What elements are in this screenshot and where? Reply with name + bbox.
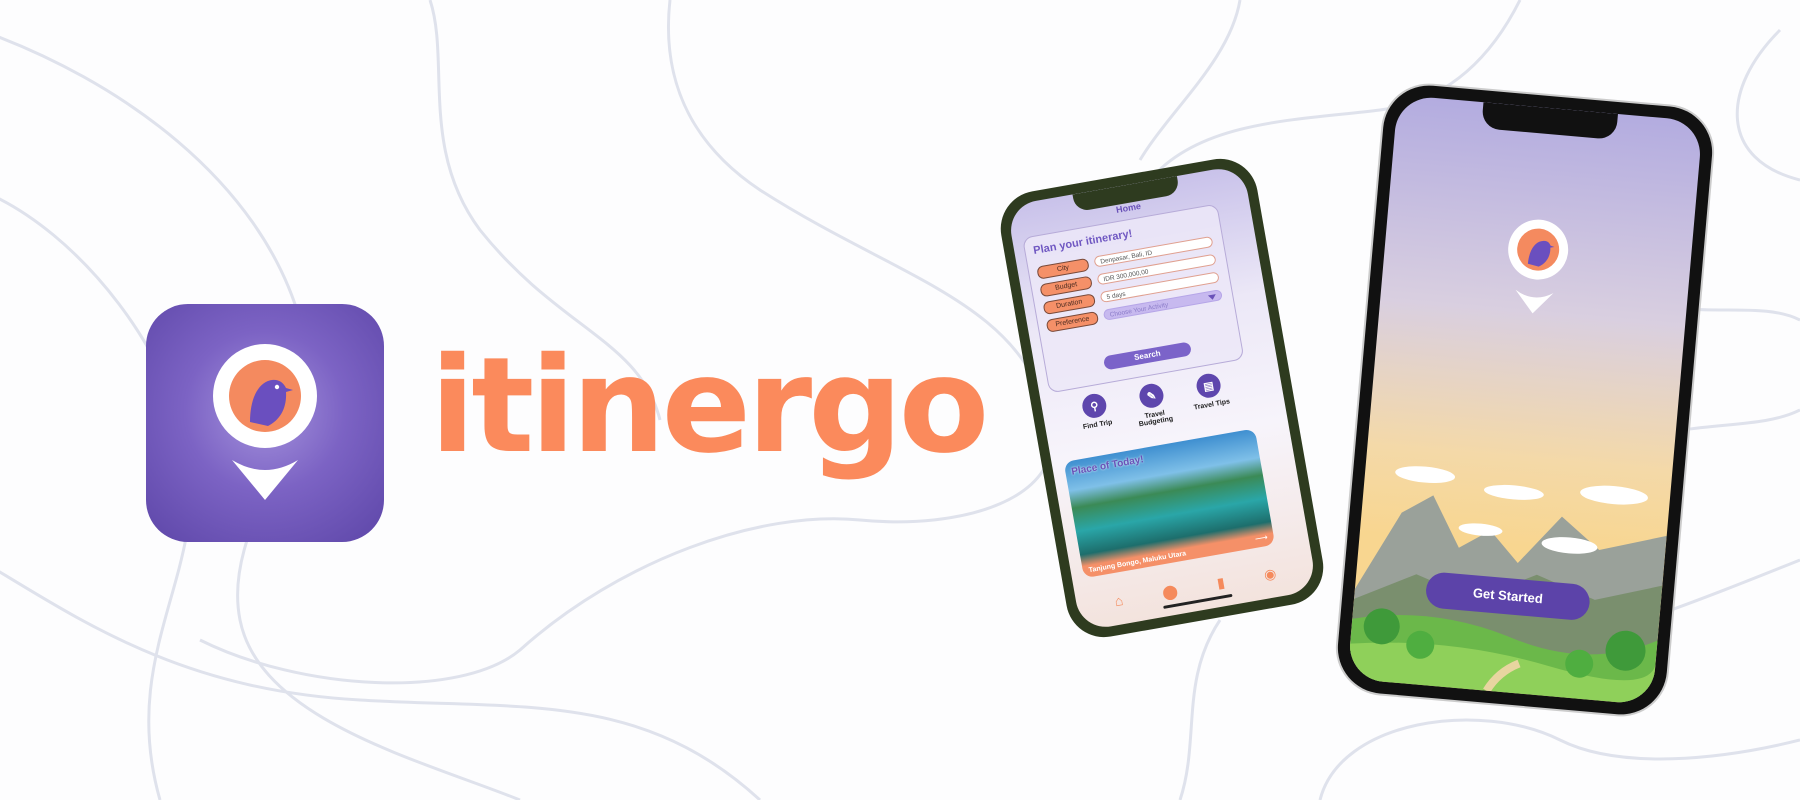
notch [1481,102,1618,140]
budget-icon: ✎ [1137,381,1166,410]
travel-tips-button[interactable]: ▤ Travel Tips [1179,369,1240,413]
travel-budgeting-label: Travel Budgeting [1138,409,1174,429]
home-icon[interactable]: ⌂ [1113,592,1124,609]
book-icon: ▤ [1194,371,1223,400]
map-pin-bird-icon [213,344,317,500]
profile-icon[interactable]: ◉ [1263,564,1278,583]
arrow-right-icon[interactable]: ⟶ [1254,532,1269,545]
map-pin-bird-icon [1508,219,1569,314]
find-trip-button[interactable]: ⚲ Find Trip [1065,389,1126,433]
chevron-down-icon [1207,294,1217,301]
find-trip-icon: ⚲ [1080,391,1109,420]
preference-label: Preference [1045,310,1100,333]
mountain-landscape-illustration [1347,466,1667,706]
bookmark-icon[interactable]: ▮ [1216,574,1227,592]
map-pin-icon[interactable]: ⬤ [1161,582,1179,601]
place-title: Place of Today! [1070,454,1145,478]
find-trip-label: Find Trip [1082,419,1113,432]
search-button[interactable]: Search [1102,341,1193,371]
phone-welcome-mockup: Get Started [1334,81,1716,719]
plan-itinerary-card: Plan your itinerary! City Denpasar, Bali… [1022,203,1245,394]
travel-budgeting-button[interactable]: ✎ Travel Budgeting [1122,379,1184,430]
preference-value: Choose Your Activity [1109,301,1169,319]
app-icon [146,304,384,542]
welcome-screen: Get Started [1347,94,1703,706]
travel-tips-label: Travel Tips [1193,398,1231,412]
brand-wordmark: itinergo [430,329,989,483]
